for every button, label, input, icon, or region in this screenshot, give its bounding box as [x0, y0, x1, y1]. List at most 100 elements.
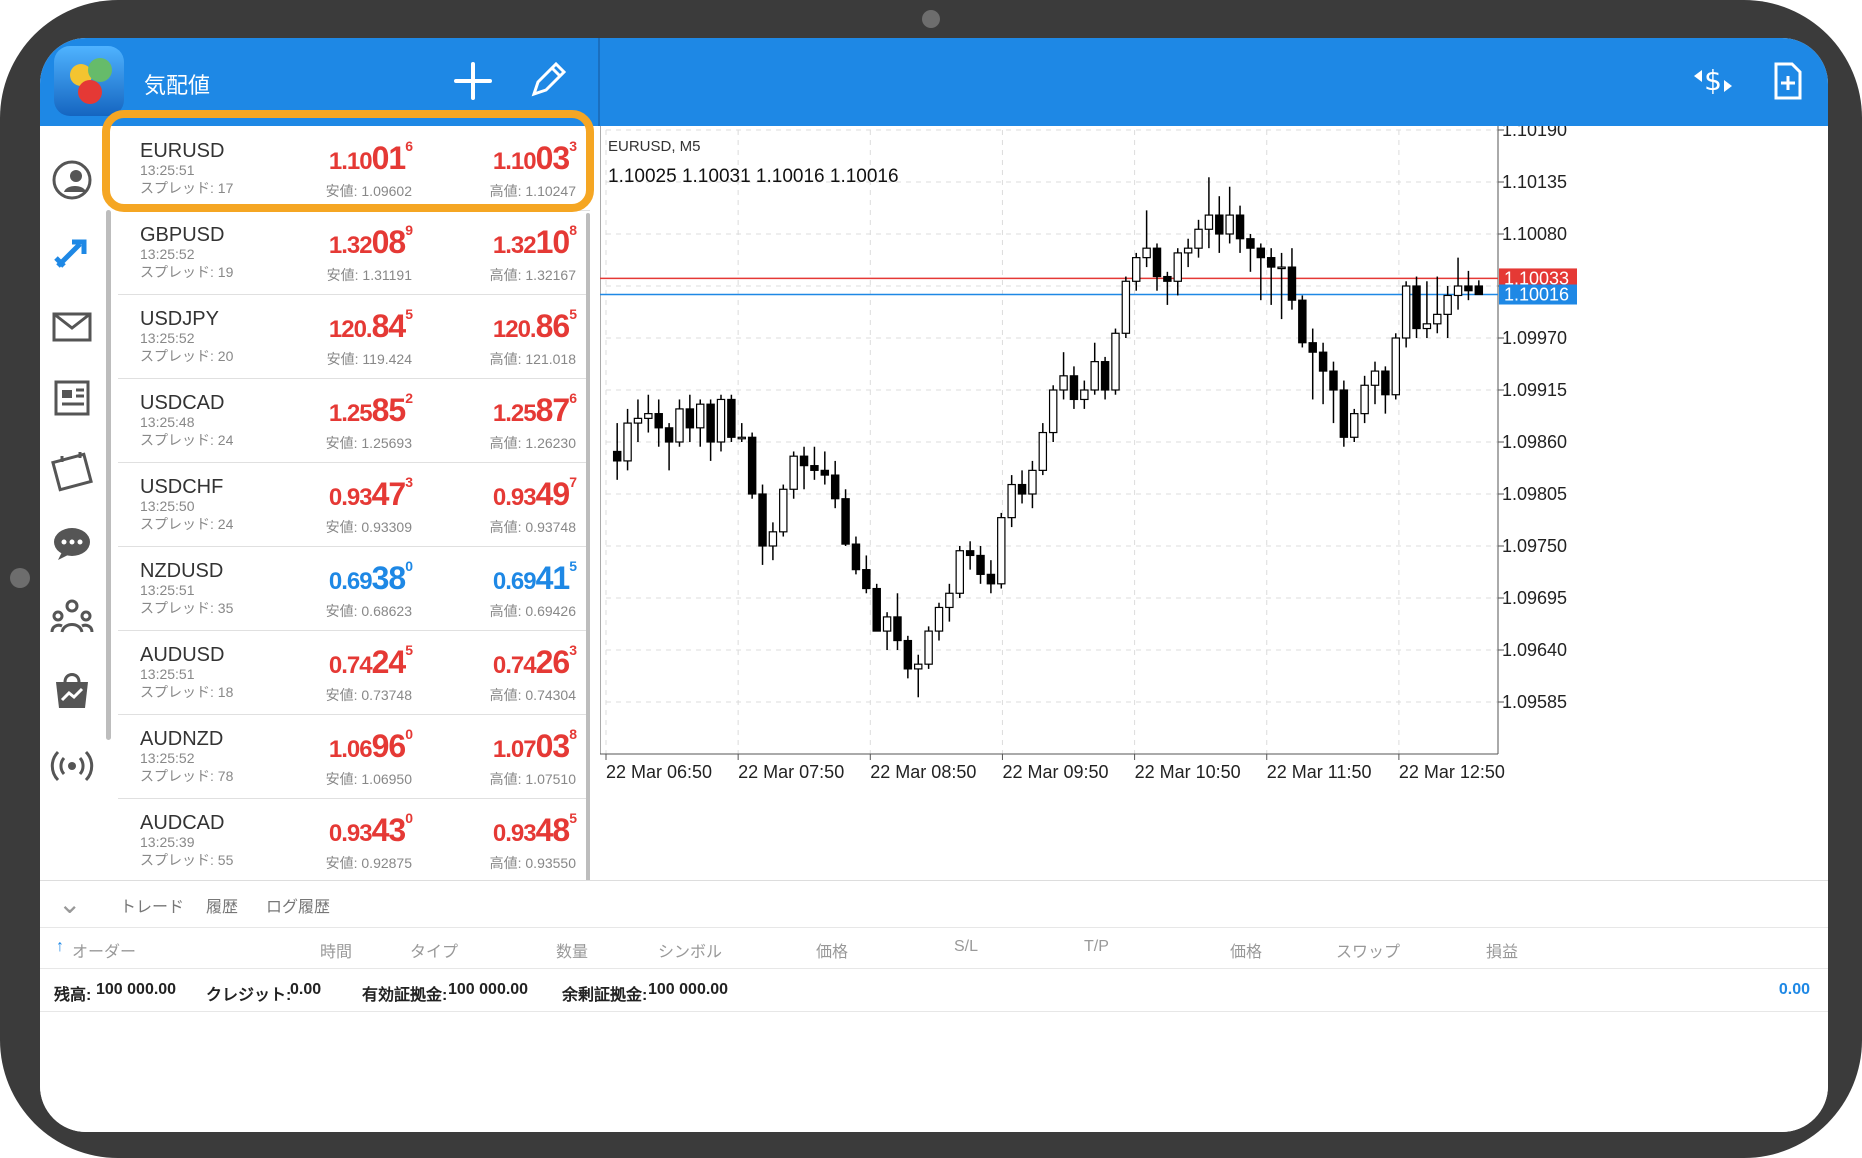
candle-body: [893, 616, 902, 642]
candle-body: [1298, 299, 1307, 344]
terminal-panel: ⌄ トレード 履歴 ログ履歴 ↑ オーダー 時間 タイプ 数量 シンボル 価格 …: [40, 880, 1828, 1132]
watchlist-row[interactable]: NZDUSD 13:25:51 スプレッド: 35 0.69380 0.69415 安値:…: [118, 546, 590, 631]
candle-body: [623, 422, 632, 462]
watchlist-row[interactable]: GBPUSD 13:25:52 スプレッド: 19 1.32089 1.32108 安値:…: [118, 210, 590, 295]
ask-price-lead: 120.: [492, 316, 537, 343]
candle-body: [1194, 228, 1203, 249]
candle-body: [1401, 285, 1411, 339]
bid-price: 0.69380: [329, 558, 413, 597]
ask-price-pip: 8: [569, 726, 577, 742]
ask-price: 0.69415: [493, 558, 577, 597]
bid-price-lead: 120.: [328, 316, 373, 343]
col-order[interactable]: オーダー: [72, 938, 136, 962]
watchlist-row[interactable]: USDCHF 13:25:50 スプレッド: 24 0.93473 0.93497 安値:…: [118, 462, 590, 547]
bid-price-lead: 0.74: [328, 652, 373, 679]
col-price[interactable]: 価格: [816, 938, 848, 962]
chevron-down-icon[interactable]: ⌄: [58, 887, 81, 920]
col-type[interactable]: タイプ: [410, 938, 458, 962]
col-sl[interactable]: S/L: [954, 938, 978, 956]
candle-body: [1464, 285, 1473, 292]
candlestick-chart[interactable]: 1.101901.101351.100801.100251.099701.099…: [599, 120, 1828, 906]
x-tick-label: 22 Mar 12:50: [1399, 762, 1505, 782]
calendar-icon[interactable]: [50, 448, 94, 492]
candle-body: [1204, 214, 1214, 230]
candle-body: [1474, 285, 1484, 296]
y-tick-label: 1.10080: [1502, 224, 1567, 244]
low-price: 安値: 119.424: [326, 351, 412, 367]
candle-body: [1339, 389, 1349, 438]
x-tick-label: 22 Mar 11:50: [1267, 762, 1372, 782]
col-swap[interactable]: スワップ: [1336, 938, 1400, 962]
symbol-name: USDCHF: [140, 476, 224, 498]
bid-price-pip: 0: [405, 558, 413, 574]
trade-arrow-icon[interactable]: [50, 230, 94, 274]
chart-area[interactable]: EURUSD, M5 1.10025 1.10031 1.10016 1.100…: [599, 120, 1828, 906]
bid-price: 1.06960: [329, 726, 413, 765]
bid-price: 1.25852: [329, 390, 413, 429]
currency-switch-icon[interactable]: $: [1690, 58, 1736, 104]
col-symbol[interactable]: シンボル: [658, 938, 722, 962]
candle-body: [1235, 214, 1245, 240]
candle-body: [1246, 238, 1255, 249]
candle-body: [1215, 214, 1224, 235]
candle-body: [675, 408, 684, 443]
sort-up-arrow-icon[interactable]: ↑: [56, 938, 64, 956]
high-price: 高値: 1.32167: [489, 267, 576, 283]
candle-body: [1121, 280, 1131, 334]
pencil-icon[interactable]: [524, 58, 570, 104]
watchlist-scrollbar-right[interactable]: [586, 213, 590, 903]
quote-time: 13:25:48: [140, 414, 195, 430]
low-price: 安値: 0.93309: [325, 519, 412, 535]
ask-price-pip: 8: [569, 222, 577, 238]
candle-body: [633, 417, 643, 424]
candle-body: [1412, 285, 1421, 330]
candle-body: [997, 517, 1006, 585]
spread-value: スプレッド: 55: [140, 852, 234, 868]
col-quantity[interactable]: 数量: [556, 938, 588, 962]
candle-body: [1266, 257, 1276, 268]
tab-trade[interactable]: トレード: [120, 893, 184, 917]
high-price: 高値: 1.26230: [489, 435, 576, 451]
symbol-name: AUDNZD: [140, 728, 224, 750]
market-icon[interactable]: [50, 668, 94, 712]
candle-body: [841, 498, 850, 545]
ask-price-lead: 0.93: [492, 484, 537, 511]
candle-body: [1048, 389, 1058, 434]
watchlist-scrollbar[interactable]: [106, 210, 111, 740]
news-icon[interactable]: [50, 376, 94, 420]
candle-body: [976, 554, 985, 575]
watchlist-row[interactable]: AUDCAD 13:25:39 スプレッド: 55 0.93430 0.93485 安値:…: [118, 798, 590, 883]
col-price-current[interactable]: 価格: [1230, 938, 1262, 962]
tab-log-history[interactable]: ログ履歴: [266, 893, 330, 917]
candle-body: [1163, 275, 1172, 282]
ask-price-big: 10: [535, 224, 571, 260]
symbol-name: USDJPY: [140, 308, 219, 330]
watchlist-row[interactable]: USDCAD 13:25:48 スプレッド: 24 1.25852 1.25876 安値:…: [118, 378, 590, 463]
watchlist-row[interactable]: AUDUSD 13:25:51 スプレッド: 18 0.74245 0.74263 安値:…: [118, 630, 590, 715]
candle-body: [696, 403, 705, 429]
document-plus-icon[interactable]: [1764, 58, 1810, 104]
account-icon[interactable]: [50, 158, 94, 202]
col-profit[interactable]: 損益: [1486, 938, 1518, 962]
tab-history[interactable]: 履歴: [206, 893, 238, 917]
mail-icon[interactable]: [50, 304, 94, 348]
watchlist-row[interactable]: USDJPY 13:25:52 スプレッド: 20 120.845 120.865 安値:…: [118, 294, 590, 379]
bid-price-lead: 0.93: [328, 484, 373, 511]
ask-price-big: 86: [535, 308, 571, 344]
ask-price: 0.93497: [492, 474, 577, 513]
quote-time: 13:25:50: [140, 498, 195, 514]
app-logo[interactable]: [54, 46, 124, 116]
col-tp[interactable]: T/P: [1084, 938, 1109, 956]
community-icon[interactable]: [50, 594, 94, 638]
plus-icon[interactable]: [450, 58, 496, 104]
col-time[interactable]: 時間: [320, 938, 352, 962]
camera-dot: [922, 10, 940, 28]
bid-price: 1.32089: [329, 222, 413, 261]
signal-icon[interactable]: [50, 744, 94, 788]
bid-price-pip: 9: [405, 222, 413, 238]
watchlist-row[interactable]: AUDNZD 13:25:52 スプレッド: 78 1.06960 1.07038 安値:…: [118, 714, 590, 799]
chart-symbol-timeframe: EURUSD, M5: [608, 138, 701, 155]
candle-body: [1308, 342, 1317, 353]
chat-icon[interactable]: [50, 522, 94, 566]
candle-body: [779, 488, 788, 533]
